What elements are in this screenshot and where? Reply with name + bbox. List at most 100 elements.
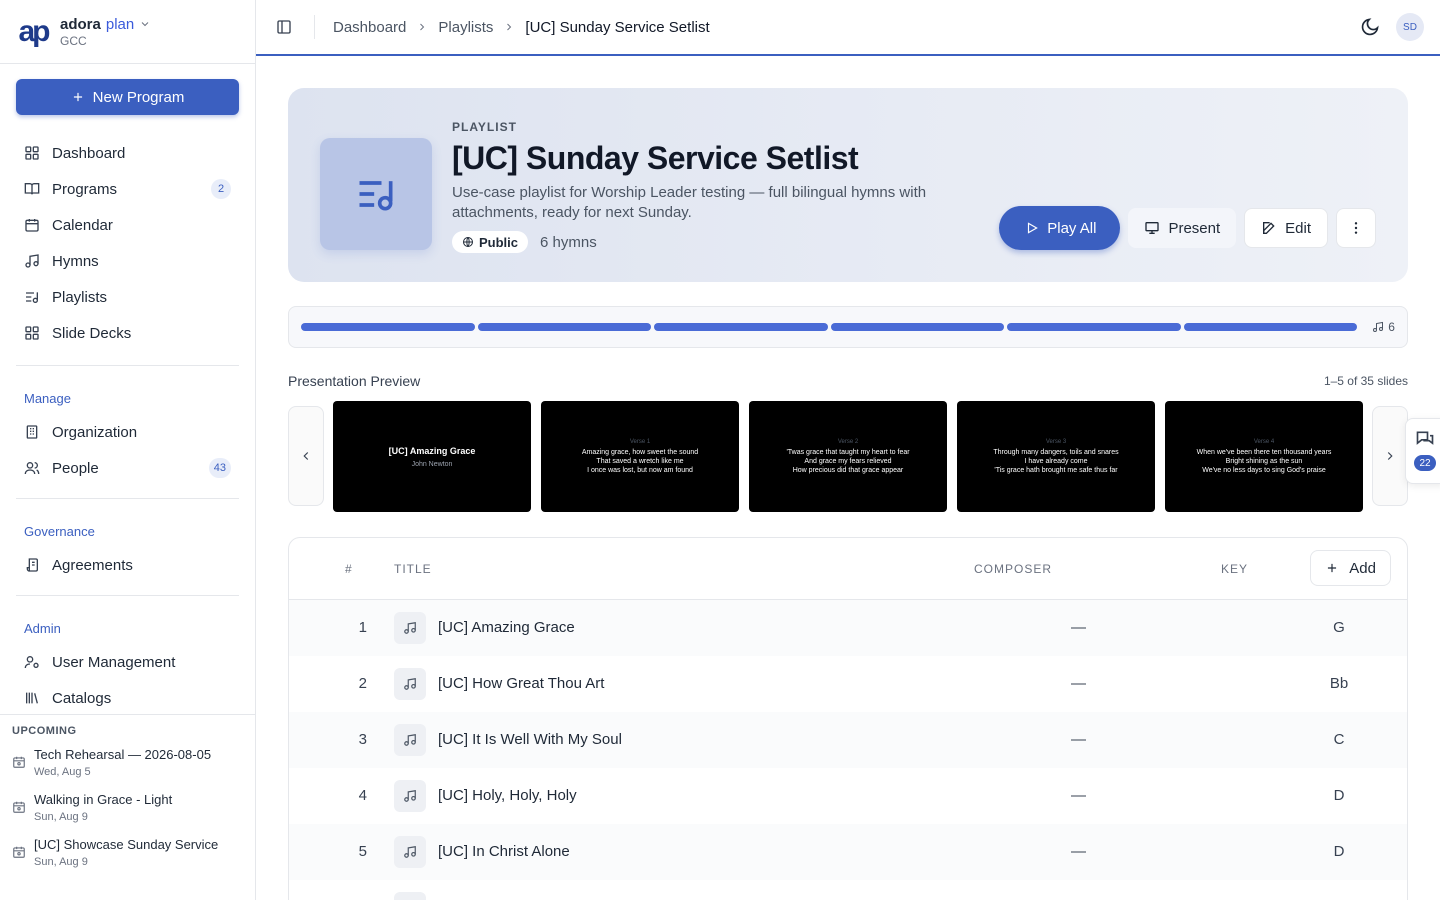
progress-segment[interactable] — [1183, 323, 1358, 331]
table-body: 1 [UC] Amazing Grace — G 2 [UC] How Grea… — [289, 600, 1407, 900]
moon-icon[interactable] — [1360, 17, 1380, 37]
preview-title: Presentation Preview — [288, 373, 421, 389]
slide-thumbnail[interactable]: [UC] Amazing Grace John Newton — [333, 401, 531, 512]
table-row[interactable]: 5 [UC] In Christ Alone — D — [289, 824, 1407, 880]
upcoming-item[interactable]: Tech Rehearsal — 2026-08-05 Wed, Aug 5 — [12, 747, 243, 778]
table-row[interactable]: 4 [UC] Holy, Holy, Holy — D — [289, 768, 1407, 824]
progress-count-value: 6 — [1388, 320, 1395, 334]
edit-button[interactable]: Edit — [1244, 208, 1328, 248]
playlist-description: Use-case playlist for Worship Leader tes… — [452, 184, 927, 221]
more-vertical-icon — [1354, 222, 1358, 234]
sidebar-item-programs[interactable]: Programs 2 — [16, 171, 239, 207]
hymn-key: C — [1333, 731, 1345, 748]
music-note-icon — [404, 846, 416, 858]
org-switcher[interactable]: adora plan — [60, 16, 151, 33]
page-title: [UC] Sunday Service Setlist — [452, 140, 859, 176]
table-row[interactable]: 2 [UC] How Great Thou Art — Bb — [289, 656, 1407, 712]
sidebar-item-user-management[interactable]: User Management — [16, 644, 239, 680]
column-header-key[interactable]: KEY — [1221, 562, 1248, 576]
sidebar-item-organization[interactable]: Organization — [16, 414, 239, 450]
new-program-button[interactable]: New Program — [16, 79, 239, 115]
progress-segment[interactable] — [1007, 323, 1181, 331]
top-bar: Dashboard Playlists [UC] Sunday Service … — [256, 0, 1440, 56]
hymn-title[interactable]: [UC] Holy, Holy, Holy — [438, 787, 577, 804]
music-note-icon — [1373, 321, 1384, 332]
music-note-icon — [404, 734, 416, 746]
hymn-title[interactable]: [UC] Amazing Grace — [438, 619, 575, 636]
sidebar-item-calendar[interactable]: Calendar — [16, 207, 239, 243]
dashboard-icon — [25, 146, 39, 160]
upcoming-item[interactable]: Walking in Grace - Light Sun, Aug 9 — [12, 792, 243, 823]
carousel-next-button[interactable] — [1372, 406, 1408, 506]
slide-label: Verse 4 — [1253, 438, 1275, 445]
slide-line: 'Tis grace hath brought me safe thus far — [994, 466, 1118, 474]
playlist-eyebrow: PLAYLIST — [452, 120, 517, 134]
sidebar-panel-icon — [277, 20, 291, 34]
avatar[interactable]: SD — [1396, 13, 1424, 41]
brand-header[interactable]: ap adora plan GCC — [0, 0, 255, 64]
building-icon — [26, 425, 38, 439]
table-row[interactable]: 1 [UC] Amazing Grace — G — [289, 600, 1407, 656]
progress-segment[interactable] — [301, 323, 475, 331]
column-header-composer[interactable]: COMPOSER — [974, 562, 1052, 576]
hymn-title[interactable]: [UC] It Is Well With My Soul — [438, 731, 622, 748]
progress-segment[interactable] — [477, 323, 652, 331]
hymn-title[interactable]: [UC] How Great Thou Art — [438, 675, 604, 692]
hymn-count: 6 hymns — [540, 233, 597, 251]
slide-thumbnail[interactable]: Verse 2 'Twas grace that taught my heart… — [749, 401, 947, 512]
sidebar-item-playlists[interactable]: Playlists — [16, 279, 239, 315]
carousel-prev-button[interactable] — [288, 406, 324, 506]
hymn-table: # TITLE COMPOSER KEY Add 1 [UC] Amazing … — [288, 537, 1408, 900]
slide-thumbnail[interactable]: Verse 3 Through many dangers, toils and … — [957, 401, 1155, 512]
hymn-key: D — [1333, 843, 1345, 860]
more-options-button[interactable] — [1336, 208, 1376, 248]
play-all-button[interactable]: Play All — [999, 206, 1121, 250]
breadcrumb-playlists[interactable]: Playlists — [438, 19, 493, 36]
upcoming-item[interactable]: [UC] Showcase Sunday Service Sun, Aug 9 — [12, 837, 243, 868]
playlist-cover — [320, 138, 432, 250]
slide-line: Through many dangers, toils and snares — [993, 448, 1119, 456]
slide-line: I once was lost, but now am found — [587, 466, 693, 474]
section-title-governance: Governance — [24, 523, 95, 539]
sidebar-item-people[interactable]: People 43 — [16, 450, 239, 486]
chevron-right-icon — [507, 23, 512, 31]
add-hymn-label: Add — [1349, 559, 1376, 577]
slide-line: Amazing grace, how sweet the sound — [581, 448, 699, 456]
slide-line: How precious did that grace appear — [792, 466, 904, 474]
row-number: 4 — [358, 787, 367, 804]
hymn-thumbnail — [394, 836, 426, 868]
visibility-label: Public — [479, 234, 519, 250]
sidebar-item-agreements[interactable]: Agreements — [16, 547, 239, 583]
sidebar-item-dashboard[interactable]: Dashboard — [16, 135, 239, 171]
chat-float-button[interactable]: 22 — [1405, 418, 1440, 484]
breadcrumb: Dashboard Playlists [UC] Sunday Service … — [333, 19, 710, 36]
add-hymn-button[interactable]: Add — [1310, 550, 1391, 586]
calendar-clock-icon — [13, 801, 25, 813]
hymn-title[interactable]: [UC] In Christ Alone — [438, 843, 570, 860]
progress-segment[interactable] — [830, 323, 1005, 331]
table-header: # TITLE COMPOSER KEY Add — [289, 538, 1407, 600]
toggle-sidebar-button[interactable] — [272, 15, 296, 39]
present-label: Present — [1168, 219, 1221, 237]
progress-segment[interactable] — [654, 323, 828, 331]
slide-line: That saved a wretch like me — [596, 457, 684, 465]
music-note-icon — [25, 254, 39, 268]
sidebar-item-hymns[interactable]: Hymns — [16, 243, 239, 279]
present-button[interactable]: Present — [1128, 208, 1237, 248]
sidebar-item-catalogs[interactable]: Catalogs — [16, 680, 239, 716]
table-row[interactable] — [289, 880, 1407, 900]
table-row[interactable]: 3 [UC] It Is Well With My Soul — C — [289, 712, 1407, 768]
sidebar-item-slide-decks[interactable]: Slide Decks — [16, 315, 239, 351]
playlist-icon — [26, 292, 38, 303]
slide-subtitle: John Newton — [411, 460, 453, 468]
edit-label: Edit — [1285, 219, 1311, 237]
column-header-title[interactable]: TITLE — [394, 562, 432, 576]
sidebar-divider — [16, 498, 239, 499]
slide-line: Bright shining as the sun — [1225, 457, 1303, 465]
slide-thumbnail[interactable]: Verse 1 Amazing grace, how sweet the sou… — [541, 401, 739, 512]
breadcrumb-dashboard[interactable]: Dashboard — [333, 19, 406, 36]
slide-label: Verse 3 — [1045, 438, 1067, 445]
sidebar-item-label: Dashboard — [52, 144, 126, 162]
slide-thumbnail[interactable]: Verse 4 When we've been there ten thousa… — [1165, 401, 1363, 512]
sidebar-item-label: Agreements — [52, 556, 133, 574]
